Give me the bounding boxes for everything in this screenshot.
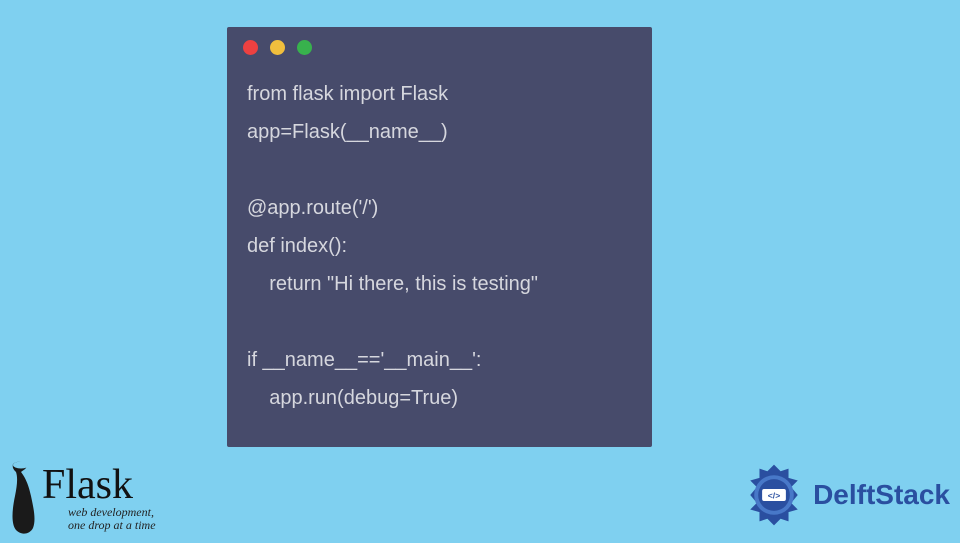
flask-horn-icon xyxy=(6,458,40,538)
code-block: from flask import Flask app=Flask(__name… xyxy=(227,67,652,437)
minimize-icon[interactable] xyxy=(270,40,285,55)
flask-logo: Flask web development, one drop at a tim… xyxy=(6,458,156,538)
svg-text:</>: </> xyxy=(768,490,780,500)
delftstack-logo: </> DelftStack xyxy=(741,462,950,528)
flask-title: Flask xyxy=(42,464,156,506)
window-titlebar xyxy=(227,27,652,67)
delftstack-text: DelftStack xyxy=(813,479,950,511)
flask-subtitle-2: one drop at a time xyxy=(68,519,156,532)
flask-logo-text: Flask web development, one drop at a tim… xyxy=(42,464,156,532)
maximize-icon[interactable] xyxy=(297,40,312,55)
close-icon[interactable] xyxy=(243,40,258,55)
code-window: from flask import Flask app=Flask(__name… xyxy=(227,27,652,447)
delftstack-badge-icon: </> xyxy=(741,462,807,528)
